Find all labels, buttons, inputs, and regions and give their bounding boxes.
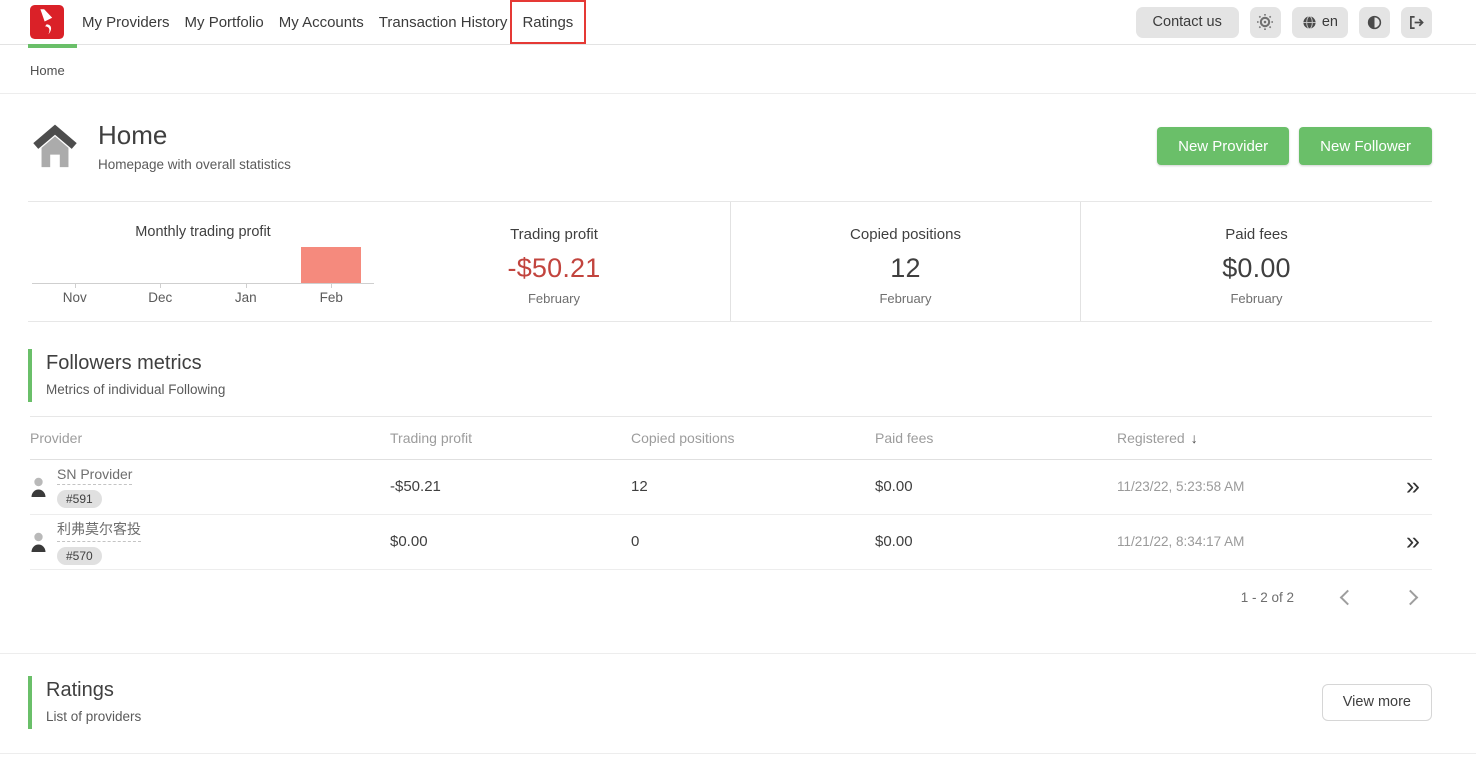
provider-avatar-icon [30,532,47,552]
feb-bar [301,247,361,283]
logo-icon [30,5,64,39]
logout-icon [1408,15,1425,30]
chart-title: Monthly trading profit [32,224,374,240]
cell-paid-fees: $0.00 [875,533,1117,550]
cell-paid-fees: $0.00 [875,478,1117,495]
stat-period: February [1081,291,1432,306]
section-subtitle: List of providers [46,709,141,724]
divider [0,653,1476,654]
nav-item-ratings-label: Ratings [522,14,573,31]
stat-paid-fees: Paid fees $0.00 February [1080,202,1432,321]
table-header-row: Provider Trading profit Copied positions… [30,416,1432,460]
column-header-paid-fees[interactable]: Paid fees [875,430,1117,446]
provider-id-badge: #570 [57,547,102,565]
provider-id-badge: #591 [57,490,102,508]
nav-item-transaction-history[interactable]: Transaction History [379,10,508,35]
language-label: en [1322,14,1338,30]
stat-value: $0.00 [1081,253,1432,284]
sort-desc-icon: ↓ [1191,430,1198,446]
ratings-section: Ratings List of providers View more [0,676,1432,729]
followers-metrics-header: Followers metrics Metrics of individual … [28,349,1476,402]
top-navbar: My Providers My Portfolio My Accounts Tr… [0,0,1476,45]
stat-period: February [378,291,730,306]
nav-item-ratings[interactable]: Ratings [522,10,573,35]
column-header-registered[interactable]: Registered ↓ [1117,430,1392,446]
section-title: Followers metrics [46,352,1476,375]
x-axis-labels: Nov Dec Jan Feb [32,284,374,305]
section-title: Ratings [46,679,141,702]
column-header-trading-profit[interactable]: Trading profit [390,430,631,446]
column-header-registered-label: Registered [1117,430,1185,446]
page-title: Home [98,121,291,150]
stat-copied-positions: Copied positions 12 February [730,202,1080,321]
column-header-provider[interactable]: Provider [30,430,390,446]
pagination-next-button[interactable] [1401,588,1420,607]
column-header-copied-positions[interactable]: Copied positions [631,430,875,446]
expand-row-button[interactable]: » [1392,474,1432,499]
x-tick-label: Nov [32,290,118,305]
stat-value: -$50.21 [378,253,730,284]
monthly-trading-profit-chart: Monthly trading profit Nov Dec Jan Feb [28,202,378,321]
settings-button[interactable] [1250,7,1281,38]
chevron-right-icon [1403,589,1419,605]
nav-item-my-portfolio[interactable]: My Portfolio [185,10,264,35]
section-subtitle: Metrics of individual Following [46,382,1476,397]
pagination-prev-button[interactable] [1338,588,1357,607]
main-nav: My Providers My Portfolio My Accounts Tr… [82,10,588,35]
cell-trading-profit: -$50.21 [390,478,631,495]
page-header: Home Homepage with overall statistics Ne… [0,94,1476,201]
cell-registered: 11/21/22, 8:34:17 AM [1117,534,1392,549]
nav-item-my-accounts[interactable]: My Accounts [279,10,364,35]
stats-overview: Monthly trading profit Nov Dec Jan Feb T… [28,201,1432,322]
view-more-button[interactable]: View more [1322,684,1432,721]
pagination: 1 - 2 of 2 [0,588,1420,607]
stat-period: February [731,291,1080,306]
stat-title: Copied positions [731,226,1080,243]
x-tick-label: Jan [203,290,289,305]
globe-icon [1302,15,1317,30]
gear-icon [1257,14,1273,30]
language-button[interactable]: en [1292,7,1348,38]
provider-name[interactable]: 利弗莫尔客投 [57,519,141,542]
app-logo[interactable] [30,5,64,39]
bar-chart-plot-area [32,240,374,284]
cell-copied-positions: 12 [631,478,875,495]
table-row[interactable]: SN Provider #591 -$50.21 12 $0.00 11/23/… [30,460,1432,515]
provider-name[interactable]: SN Provider [57,466,132,485]
page-subtitle: Homepage with overall statistics [98,157,291,172]
stat-title: Paid fees [1081,226,1432,243]
x-tick-label: Feb [289,290,375,305]
contact-us-button[interactable]: Contact us [1136,7,1239,38]
divider [0,753,1476,754]
cell-trading-profit: $0.00 [390,533,631,550]
stat-trading-profit: Trading profit -$50.21 February [378,202,730,321]
logout-button[interactable] [1401,7,1432,38]
contrast-icon [1367,15,1382,30]
expand-row-button[interactable]: » [1392,529,1432,554]
breadcrumb-home[interactable]: Home [30,63,65,78]
stat-title: Trading profit [378,226,730,243]
stat-value: 12 [731,253,1080,284]
new-follower-button[interactable]: New Follower [1299,127,1432,165]
x-tick-label: Dec [118,290,204,305]
followers-table: Provider Trading profit Copied positions… [30,416,1432,570]
nav-item-my-providers[interactable]: My Providers [82,10,170,35]
new-provider-button[interactable]: New Provider [1157,127,1289,165]
active-nav-indicator [28,44,77,48]
ratings-header: Ratings List of providers [28,676,141,729]
table-row[interactable]: 利弗莫尔客投 #570 $0.00 0 $0.00 11/21/22, 8:34… [30,515,1432,570]
breadcrumb-bar: Home [0,45,1476,93]
cell-registered: 11/23/22, 5:23:58 AM [1117,479,1392,494]
chevron-left-icon [1340,589,1356,605]
provider-avatar-icon [30,477,47,497]
home-icon [30,122,80,170]
theme-contrast-button[interactable] [1359,7,1390,38]
pagination-range: 1 - 2 of 2 [1241,590,1294,605]
cell-copied-positions: 0 [631,533,875,550]
